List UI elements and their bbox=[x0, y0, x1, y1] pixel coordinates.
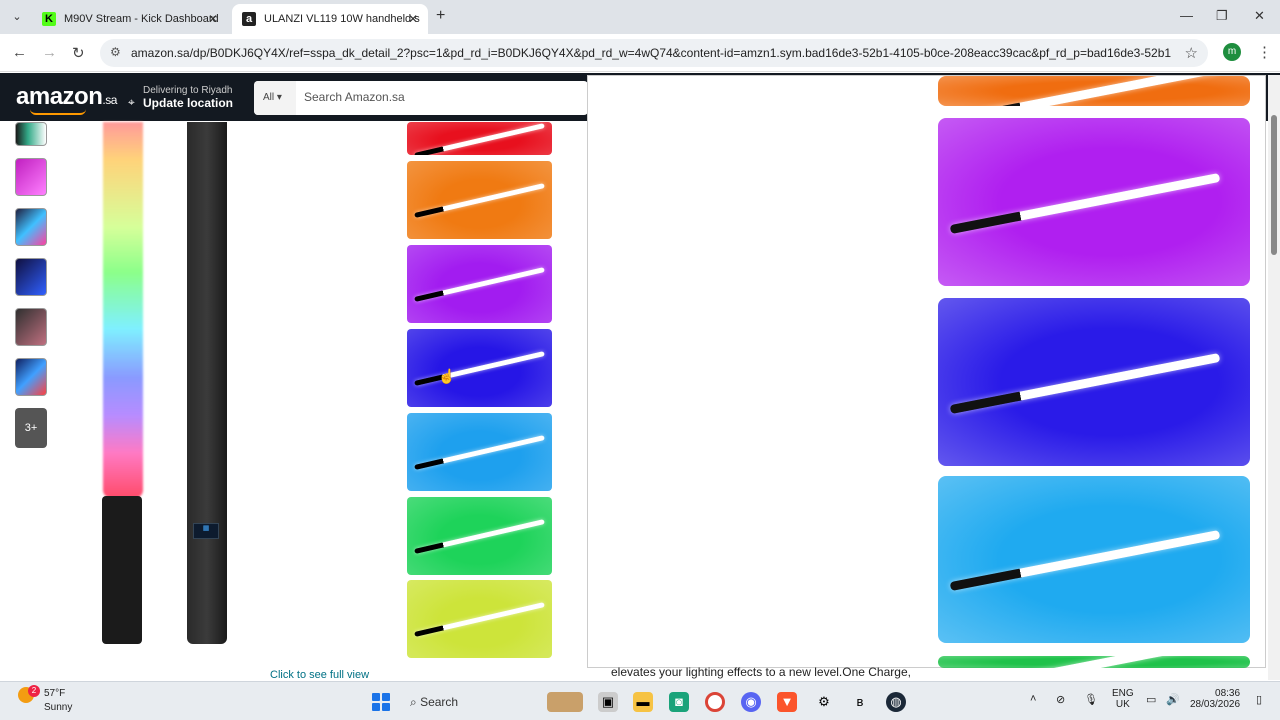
browser-toolbar: ← → ↻ ⚙ amazon.sa/dp/B0DKJ6QY4X/ref=sspa… bbox=[0, 34, 1280, 72]
new-tab-button[interactable]: + bbox=[436, 7, 445, 25]
reload-button[interactable]: ↻ bbox=[72, 44, 85, 62]
settings-gear-icon[interactable]: ⚙ bbox=[814, 692, 834, 712]
thumbnail[interactable] bbox=[15, 122, 47, 146]
weather-condition: Sunny bbox=[44, 702, 73, 713]
tab-amazon-product[interactable]: a ULANZI VL119 10W handheld s ✕ bbox=[232, 4, 428, 34]
address-bar[interactable]: ⚙ amazon.sa/dp/B0DKJ6QY4X/ref=sspa_dk_de… bbox=[100, 39, 1208, 67]
color-variant-tile[interactable] bbox=[407, 329, 552, 407]
rgb-light-wand-handle bbox=[102, 496, 142, 644]
tab-title: M90V Stream - Kick Dashboard bbox=[64, 13, 219, 25]
mouse-cursor-icon: ☝ bbox=[438, 368, 456, 384]
color-variant-tile[interactable] bbox=[407, 413, 552, 491]
minimize-button[interactable]: — bbox=[1180, 8, 1193, 23]
mic-icon[interactable]: 🎙 bbox=[1084, 693, 1098, 706]
black-light-wand-image bbox=[187, 122, 227, 644]
brave-icon[interactable]: ▼ bbox=[777, 692, 797, 712]
product-description-snippet: elevates your lighting effects to a new … bbox=[611, 665, 911, 679]
network-off-icon[interactable]: ⊘ bbox=[1056, 693, 1065, 706]
forward-button[interactable]: → bbox=[42, 44, 57, 61]
zoomed-color-image bbox=[938, 476, 1250, 643]
wifi-icon[interactable]: ▭ bbox=[1146, 693, 1156, 706]
thumbnail[interactable] bbox=[15, 358, 47, 396]
bluetooth-app-icon[interactable]: ʙ bbox=[850, 692, 870, 712]
thumbnail[interactable] bbox=[15, 308, 47, 346]
windows-taskbar: 2 57°F Sunny ⌕ Search ▣ ▬ ◙ ◉ ▼ ⚙ ʙ ◍ ˄ … bbox=[0, 681, 1280, 720]
restore-button[interactable]: ❐ bbox=[1216, 8, 1228, 24]
bookmark-star-icon[interactable]: ☆ bbox=[1185, 44, 1198, 62]
color-variant-tile[interactable] bbox=[407, 122, 552, 155]
language-indicator[interactable]: ENG UK bbox=[1112, 688, 1134, 710]
close-tab-icon[interactable]: ✕ bbox=[208, 12, 218, 26]
weather-temp: 57°F bbox=[44, 688, 66, 699]
thumbnail[interactable] bbox=[15, 158, 47, 196]
amazon-smile-icon bbox=[30, 109, 86, 115]
start-button[interactable] bbox=[372, 693, 390, 711]
color-variant-tile[interactable] bbox=[407, 245, 552, 323]
app-icon[interactable]: ◙ bbox=[669, 692, 689, 712]
search-highlight-icon[interactable] bbox=[547, 692, 583, 712]
tab-title: ULANZI VL119 10W handheld s bbox=[264, 13, 420, 25]
zoomed-color-image bbox=[938, 656, 1250, 668]
rgb-light-wand-image bbox=[103, 122, 143, 498]
volume-icon[interactable]: 🔊 bbox=[1166, 693, 1180, 706]
tray-chevron-icon[interactable]: ˄ bbox=[1030, 693, 1036, 705]
color-variant-tile[interactable] bbox=[407, 580, 552, 658]
location-pin-icon: ⌖ bbox=[128, 95, 135, 109]
browser-menu-icon[interactable]: ⋮ bbox=[1257, 43, 1272, 61]
steam-icon[interactable]: ◍ bbox=[886, 692, 906, 712]
lcd-screen: ▦ bbox=[193, 523, 219, 539]
search-category-select[interactable]: All ▾ bbox=[254, 81, 296, 115]
zoomed-color-image bbox=[938, 76, 1250, 106]
profile-avatar[interactable]: m bbox=[1223, 43, 1241, 61]
close-tab-icon[interactable]: ✕ bbox=[408, 12, 418, 26]
thumbnail[interactable] bbox=[15, 208, 47, 246]
product-thumbnails: 3+ bbox=[15, 122, 48, 448]
kick-icon: K bbox=[42, 12, 56, 26]
more-images-button[interactable]: 3+ bbox=[15, 408, 47, 448]
zoom-preview-panel bbox=[587, 75, 1266, 668]
zoomed-color-image bbox=[938, 118, 1250, 286]
delivery-location[interactable]: Delivering to Riyadh Update location bbox=[143, 85, 233, 110]
thumbnail[interactable] bbox=[15, 258, 47, 296]
taskbar-search[interactable]: ⌕ Search bbox=[410, 690, 540, 714]
back-button[interactable]: ← bbox=[12, 44, 27, 61]
amazon-search-box[interactable]: All ▾ Search Amazon.sa bbox=[254, 81, 588, 115]
color-variant-tile[interactable] bbox=[407, 161, 552, 239]
close-window-button[interactable]: ✕ bbox=[1254, 8, 1265, 24]
notification-bell-icon[interactable]: ▯ bbox=[1256, 693, 1262, 706]
tab-kick-dashboard[interactable]: K M90V Stream - Kick Dashboard ✕ bbox=[32, 4, 228, 34]
chrome-icon[interactable] bbox=[705, 692, 725, 712]
clock[interactable]: 08:36 28/03/2026 bbox=[1190, 688, 1240, 710]
file-explorer-icon[interactable]: ▬ bbox=[633, 692, 653, 712]
url-text[interactable]: amazon.sa/dp/B0DKJ6QY4X/ref=sspa_dk_deta… bbox=[131, 46, 1171, 60]
tab-strip: ⌄ K M90V Stream - Kick Dashboard ✕ a ULA… bbox=[0, 0, 1280, 34]
notification-badge: 2 bbox=[28, 685, 40, 697]
color-variant-tile[interactable] bbox=[407, 497, 552, 575]
page-scrollbar[interactable] bbox=[1268, 75, 1280, 680]
search-input[interactable]: Search Amazon.sa bbox=[304, 90, 405, 104]
task-view-icon[interactable]: ▣ bbox=[598, 692, 618, 712]
amazon-icon: a bbox=[242, 12, 256, 26]
amazon-logo[interactable]: amazon.sa bbox=[16, 83, 117, 111]
click-full-view-link[interactable]: Click to see full view bbox=[270, 669, 369, 681]
zoomed-color-image bbox=[938, 298, 1250, 466]
scrollbar-thumb[interactable] bbox=[1271, 115, 1277, 255]
discord-icon[interactable]: ◉ bbox=[741, 692, 761, 712]
tab-search-icon[interactable]: ⌄ bbox=[8, 8, 26, 26]
site-info-icon[interactable]: ⚙ bbox=[110, 45, 121, 59]
